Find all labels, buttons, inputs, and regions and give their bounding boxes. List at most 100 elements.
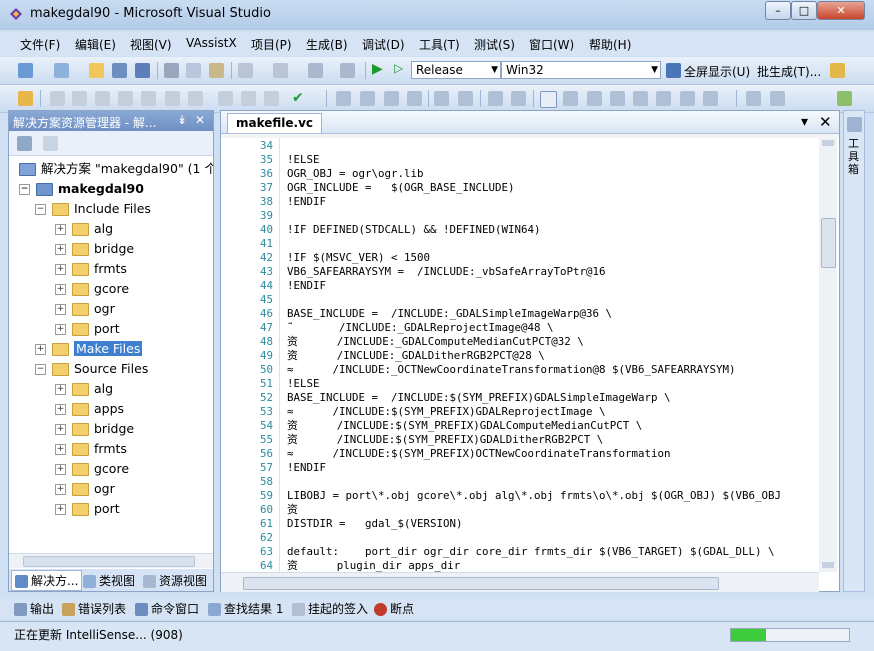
expand-icon[interactable]: + bbox=[55, 404, 66, 415]
tree-item[interactable]: + port bbox=[55, 499, 120, 519]
show-all-files-icon[interactable] bbox=[43, 136, 58, 151]
menu-build[interactable]: 生成(B) bbox=[306, 36, 348, 53]
tree-item[interactable]: + port bbox=[55, 319, 120, 339]
expand-icon[interactable]: + bbox=[55, 444, 66, 455]
open-file-icon[interactable] bbox=[89, 63, 104, 78]
menu-edit[interactable]: 编辑(E) bbox=[75, 36, 116, 53]
code-line[interactable]: 42 !IF $(MSVC_VER) < 1500 bbox=[221, 251, 821, 265]
batch-build-button[interactable]: 批生成(T)... bbox=[757, 63, 821, 80]
menu-tools[interactable]: 工具(T) bbox=[419, 36, 460, 53]
redo-icon[interactable] bbox=[273, 63, 288, 78]
expand-icon[interactable]: + bbox=[55, 244, 66, 255]
code-line[interactable]: 44 !ENDIF bbox=[221, 279, 821, 293]
tree-item[interactable]: + bridge bbox=[55, 419, 134, 439]
code-line[interactable]: 61 DISTDIR = gdal_$(VERSION) bbox=[221, 517, 821, 531]
check-in-icon[interactable]: ✔ bbox=[292, 90, 304, 106]
navigate-backward-icon[interactable] bbox=[308, 63, 323, 78]
menu-debug[interactable]: 调试(D) bbox=[362, 36, 405, 53]
minimize-button[interactable]: – bbox=[765, 1, 791, 20]
pin-icon[interactable]: ↡ bbox=[177, 113, 187, 127]
increase-indent-icon[interactable] bbox=[458, 91, 473, 106]
comment-icon[interactable] bbox=[488, 91, 503, 106]
copy-icon[interactable] bbox=[186, 63, 201, 78]
toggle-bookmark-icon[interactable] bbox=[540, 91, 557, 108]
code-line[interactable]: 37 OGR_INCLUDE = $(OGR_BASE_INCLUDE) bbox=[221, 181, 821, 195]
close-panel-icon[interactable]: ✕ bbox=[195, 113, 205, 127]
start-without-debugging-icon[interactable]: ▷ bbox=[394, 61, 403, 75]
tab-breakpoints[interactable]: 断点 bbox=[374, 600, 414, 617]
close-window-button[interactable]: ✕ bbox=[817, 1, 865, 20]
menu-project[interactable]: 项目(P) bbox=[251, 36, 292, 53]
expand-icon[interactable]: + bbox=[35, 344, 46, 355]
next-bookmark-doc-icon[interactable] bbox=[703, 91, 718, 106]
menu-test[interactable]: 测试(S) bbox=[474, 36, 515, 53]
configuration-select[interactable]: Release ▼ bbox=[411, 61, 501, 79]
expand-icon[interactable]: + bbox=[55, 264, 66, 275]
expand-icon[interactable]: + bbox=[55, 464, 66, 475]
tree-item[interactable]: − Include Files bbox=[35, 199, 151, 219]
undo-icon[interactable] bbox=[238, 63, 253, 78]
tree-item[interactable]: + Make Files bbox=[35, 339, 143, 359]
clear-bookmarks-icon[interactable] bbox=[656, 91, 671, 106]
menu-window[interactable]: 窗口(W) bbox=[529, 36, 574, 53]
expand-icon[interactable]: + bbox=[55, 504, 66, 515]
code-line[interactable]: 50 ≈ /INCLUDE:_OCTNewCoordinateTransforma… bbox=[221, 363, 821, 377]
previous-bookmark-folder-icon[interactable] bbox=[610, 91, 625, 106]
next-bookmark-folder-icon[interactable] bbox=[633, 91, 648, 106]
scroll-up-icon[interactable] bbox=[822, 140, 834, 146]
code-line[interactable]: 45 bbox=[221, 293, 821, 307]
layout-icon[interactable] bbox=[746, 91, 761, 106]
tree-item[interactable]: + frmts bbox=[55, 439, 127, 459]
code-line[interactable]: 58 bbox=[221, 475, 821, 489]
edit-icon[interactable] bbox=[95, 91, 110, 106]
code-line[interactable]: 56 ≈ /INCLUDE:$(SYM_PREFIX)OCTNewCoordina… bbox=[221, 447, 821, 461]
code-line[interactable]: 39 bbox=[221, 209, 821, 223]
code-line[interactable]: 52 BASE_INCLUDE = /INCLUDE:$(SYM_PREFIX)G… bbox=[221, 391, 821, 405]
cut-icon[interactable] bbox=[164, 63, 179, 78]
editor-vertical-scrollbar[interactable] bbox=[819, 138, 837, 572]
code-line[interactable]: 53 ≈ /INCLUDE:$(SYM_PREFIX)GDALReprojectI… bbox=[221, 405, 821, 419]
paste-icon[interactable] bbox=[209, 63, 224, 78]
platform-select[interactable]: Win32 ▼ bbox=[501, 61, 661, 79]
collapse-icon[interactable]: − bbox=[35, 204, 46, 215]
code-line[interactable]: 41 bbox=[221, 237, 821, 251]
properties-icon[interactable] bbox=[264, 91, 279, 106]
code-line[interactable]: 36 OGR_OBJ = ogr\ogr.lib bbox=[221, 167, 821, 181]
code-line[interactable]: 54 资 /INCLUDE:$(SYM_PREFIX)GDALComputeMed… bbox=[221, 419, 821, 433]
maximize-button[interactable]: □ bbox=[791, 1, 817, 20]
hand-tool-icon[interactable] bbox=[50, 91, 65, 106]
menu-view[interactable]: 视图(V) bbox=[130, 36, 172, 53]
tab-find-results[interactable]: 查找结果 1 bbox=[208, 600, 283, 617]
word-completion-icon[interactable] bbox=[407, 91, 422, 106]
scrollbar-thumb[interactable] bbox=[821, 218, 836, 268]
new-project-icon[interactable] bbox=[18, 63, 33, 78]
task-list-icon[interactable] bbox=[837, 91, 852, 106]
member-list-icon[interactable] bbox=[336, 91, 351, 106]
tree-item[interactable]: + ogr bbox=[55, 479, 115, 499]
tab-output[interactable]: 输出 bbox=[14, 600, 54, 617]
start-debugging-icon[interactable]: ▶ bbox=[372, 61, 383, 77]
code-line[interactable]: 35 !ELSE bbox=[221, 153, 821, 167]
tab-error-list[interactable]: 错误列表 bbox=[62, 600, 126, 617]
tree-project-node[interactable]: − makegdal90 bbox=[19, 179, 144, 199]
refresh-icon[interactable] bbox=[141, 91, 156, 106]
quick-info-icon[interactable] bbox=[384, 91, 399, 106]
properties-icon[interactable] bbox=[17, 136, 32, 151]
tree-item[interactable]: + apps bbox=[55, 399, 124, 419]
code-line[interactable]: 51 !ELSE bbox=[221, 377, 821, 391]
tab-command-window[interactable]: 命令窗口 bbox=[135, 600, 199, 617]
menu-file[interactable]: 文件(F) bbox=[20, 36, 60, 53]
code-line[interactable]: 40 !IF DEFINED(STDCALL) && !DEFINED(WIN64… bbox=[221, 223, 821, 237]
tree-horizontal-scrollbar[interactable] bbox=[9, 553, 213, 568]
expand-icon[interactable]: + bbox=[55, 424, 66, 435]
merge-icon[interactable] bbox=[241, 91, 256, 106]
chevron-down-icon[interactable]: ▾ bbox=[801, 114, 808, 130]
expand-icon[interactable]: + bbox=[55, 484, 66, 495]
decrease-indent-icon[interactable] bbox=[434, 91, 449, 106]
code-line[interactable]: 49 资 /INCLUDE:_GDALDitherRGB2PCT@28 \ bbox=[221, 349, 821, 363]
tab-pending-checkins[interactable]: 挂起的签入 bbox=[292, 600, 368, 617]
tree-solution-node[interactable]: 解决方案 "makegdal90" (1 个项 bbox=[19, 159, 213, 179]
menu-vassistx[interactable]: VAssistX bbox=[186, 36, 237, 50]
code-area[interactable]: 34 35 !ELSE 36 OGR_OBJ = ogr\ogr.lib 37 OGR_IN… bbox=[221, 138, 821, 572]
code-line[interactable]: 62 bbox=[221, 531, 821, 545]
